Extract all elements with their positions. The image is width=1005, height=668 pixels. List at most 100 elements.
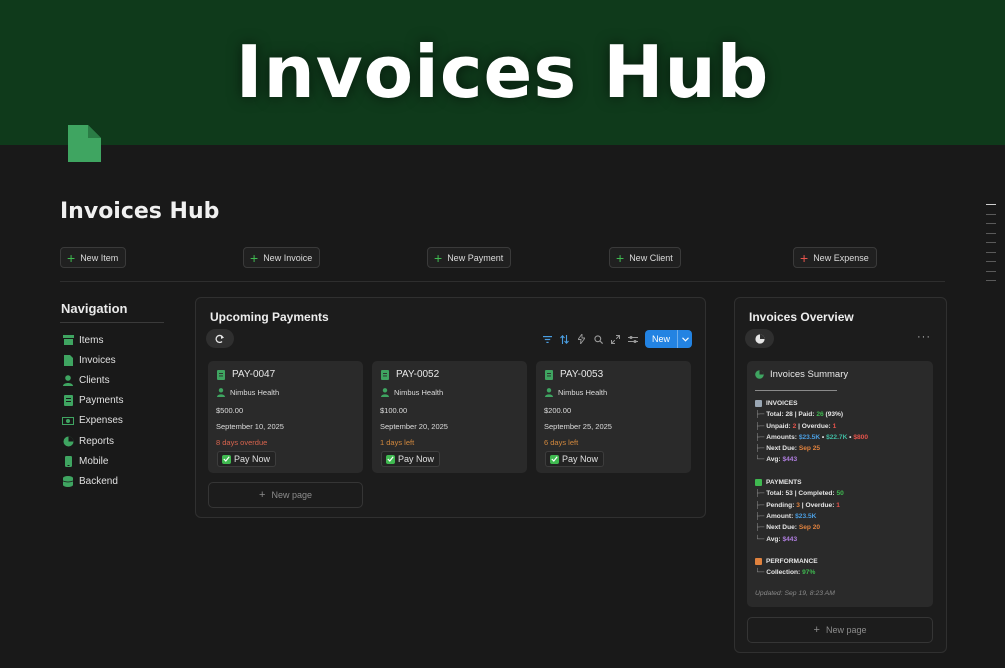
stat-label: Avg: — [766, 456, 781, 464]
new-payment-button[interactable]: + New Payment — [427, 247, 512, 268]
plus-icon: + — [67, 249, 76, 266]
more-options-icon[interactable]: ··· — [917, 331, 931, 343]
stat-value: $800 — [853, 433, 868, 441]
summary-title: Invoices Summary — [770, 369, 849, 380]
nav-label: Expenses — [79, 415, 123, 427]
stat-label: | Overdue: — [798, 422, 831, 430]
cover-banner: Invoices Hub — [0, 0, 1005, 145]
filter-icon[interactable] — [539, 331, 556, 348]
nav-label: Mobile — [79, 455, 109, 467]
payment-card[interactable]: PAY-0053 Nimbus Health $200.00 September… — [536, 361, 691, 473]
pay-now-label: Pay Now — [562, 454, 599, 464]
stat-label: | Overdue: — [801, 501, 835, 509]
pay-now-button[interactable]: Pay Now — [217, 451, 277, 467]
button-label: New Invoice — [263, 252, 313, 263]
money-icon — [755, 479, 762, 487]
stat-value: $22.7K — [826, 433, 848, 441]
due-date: September 25, 2025 — [544, 422, 612, 431]
stat-value: Sep 25 — [798, 445, 821, 453]
person-icon — [62, 375, 74, 386]
nav-label: Payments — [79, 395, 124, 407]
plus-icon: + — [259, 489, 266, 501]
client-name: Nimbus Health — [558, 388, 608, 397]
chevron-down-icon[interactable] — [677, 330, 692, 348]
nav-label: Clients — [79, 374, 110, 386]
stat-value: 53 — [785, 490, 793, 498]
navigation-list: Items Invoices Clients Payments Expenses… — [62, 330, 123, 492]
nav-item-expenses[interactable]: Expenses — [62, 411, 123, 431]
pie-chart-icon — [755, 370, 764, 379]
new-page-label: New page — [271, 490, 312, 500]
stat-label: Next Due: — [766, 524, 797, 532]
divider — [60, 281, 945, 282]
refresh-button[interactable] — [206, 329, 234, 348]
new-record-button[interactable]: New — [645, 330, 693, 348]
sort-icon[interactable] — [556, 331, 573, 348]
chart-view-button[interactable] — [745, 329, 774, 348]
stat-label: Next Due: — [766, 445, 797, 453]
plus-icon: + — [800, 249, 809, 266]
stat-value: 2 — [792, 422, 797, 430]
nav-item-invoices[interactable]: Invoices — [62, 350, 123, 370]
lightning-icon[interactable] — [573, 331, 590, 348]
nav-item-backend[interactable]: Backend — [62, 471, 123, 491]
plus-icon: + — [813, 624, 820, 636]
page-outline-markers[interactable] — [986, 204, 996, 290]
new-item-button[interactable]: + New Item — [60, 247, 127, 268]
nav-label: Reports — [79, 435, 115, 447]
pie-chart-icon — [754, 333, 765, 344]
stat-value: $23.5K — [795, 512, 817, 520]
performance-heading: PERFORMANCE — [766, 558, 818, 566]
box-icon — [62, 335, 74, 346]
nav-item-clients[interactable]: Clients — [62, 370, 123, 390]
new-client-button[interactable]: + New Client — [609, 247, 681, 268]
payment-card[interactable]: PAY-0052 Nimbus Health $100.00 September… — [372, 361, 527, 473]
stat-label: Unpaid: — [766, 422, 791, 430]
due-date: September 10, 2025 — [216, 422, 284, 431]
new-page-button[interactable]: + New page — [747, 617, 933, 643]
person-icon — [217, 388, 225, 397]
view-toolbar: New — [539, 330, 693, 348]
receipt-icon — [62, 395, 74, 407]
nav-item-items[interactable]: Items — [62, 330, 123, 350]
payment-amount: $500.00 — [216, 406, 244, 415]
pay-now-label: Pay Now — [398, 454, 435, 464]
nav-label: Invoices — [79, 354, 116, 366]
new-expense-button[interactable]: + New Expense — [793, 247, 877, 268]
pay-now-button[interactable]: Pay Now — [545, 451, 605, 467]
payment-card[interactable]: PAY-0047 Nimbus Health $500.00 September… — [208, 361, 363, 473]
payment-id: PAY-0047 — [232, 369, 276, 380]
stat-value: 3 — [796, 501, 800, 509]
pay-now-button[interactable]: Pay Now — [381, 451, 441, 467]
stat-value: 26 — [816, 411, 824, 419]
button-label: New Client — [629, 252, 673, 263]
nav-item-reports[interactable]: Reports — [62, 431, 123, 451]
document-icon — [755, 400, 762, 408]
payments-heading: PAYMENTS — [766, 479, 802, 487]
database-icon — [62, 475, 74, 487]
upcoming-payments-title: Upcoming Payments — [210, 310, 329, 324]
document-icon — [68, 125, 101, 162]
nav-item-payments[interactable]: Payments — [62, 391, 123, 411]
new-button-label: New — [652, 334, 671, 344]
stat-value: 1 — [836, 501, 840, 509]
invoices-overview-title: Invoices Overview — [749, 310, 854, 324]
stat-label: | Paid: — [794, 411, 815, 419]
checkbox-icon — [222, 454, 231, 464]
expand-icon[interactable] — [607, 331, 624, 348]
new-page-button[interactable]: + New page — [208, 482, 363, 508]
person-icon — [545, 388, 553, 397]
pie-chart-icon — [62, 436, 74, 447]
search-icon[interactable] — [590, 331, 607, 348]
stat-label: Amounts: — [766, 433, 797, 441]
payment-id: PAY-0052 — [396, 369, 440, 380]
stat-value: $443 — [782, 456, 798, 464]
receipt-icon — [545, 369, 553, 380]
stat-value: 97% — [802, 569, 816, 577]
stat-label: Avg: — [766, 535, 781, 543]
stat-value: (93%) — [825, 411, 844, 419]
settings-icon[interactable] — [624, 331, 641, 348]
new-invoice-button[interactable]: + New Invoice — [243, 247, 321, 268]
nav-item-mobile[interactable]: Mobile — [62, 451, 123, 471]
stat-label: Amount: — [766, 512, 794, 520]
